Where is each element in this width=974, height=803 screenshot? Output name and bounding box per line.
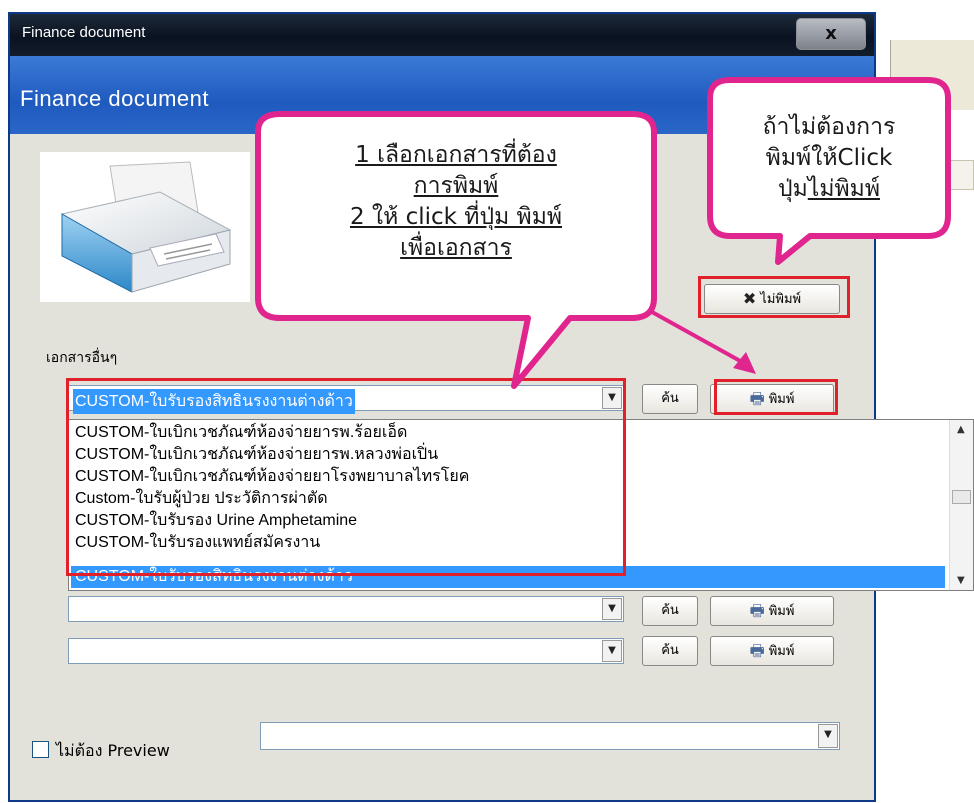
- callout-line: 1 เลือกเอกสารที่ต้อง: [355, 142, 557, 168]
- callout-line: การพิมพ์: [413, 173, 499, 199]
- main-callout: 1 เลือกเอกสารที่ต้อง การพิมพ์ 2 ให้ clic…: [270, 140, 642, 264]
- callout-line: พิมพ์ให้Click: [765, 145, 893, 171]
- callout-line: ปุ่มไม่พิมพ์: [716, 174, 942, 205]
- callout-line: ถ้าไม่ต้องการ: [762, 114, 896, 140]
- callout-line: 2 ให้ click ที่ปุ่ม พิมพ์: [349, 204, 563, 230]
- side-callout: ถ้าไม่ต้องการ พิมพ์ให้Click ปุ่มไม่พิมพ์: [716, 112, 942, 205]
- callout-text-part: ปุ่ม: [778, 176, 808, 202]
- callout-line: เพื่อเอกสาร: [400, 235, 512, 261]
- callout-text-link: ไม่พิมพ์: [807, 176, 880, 202]
